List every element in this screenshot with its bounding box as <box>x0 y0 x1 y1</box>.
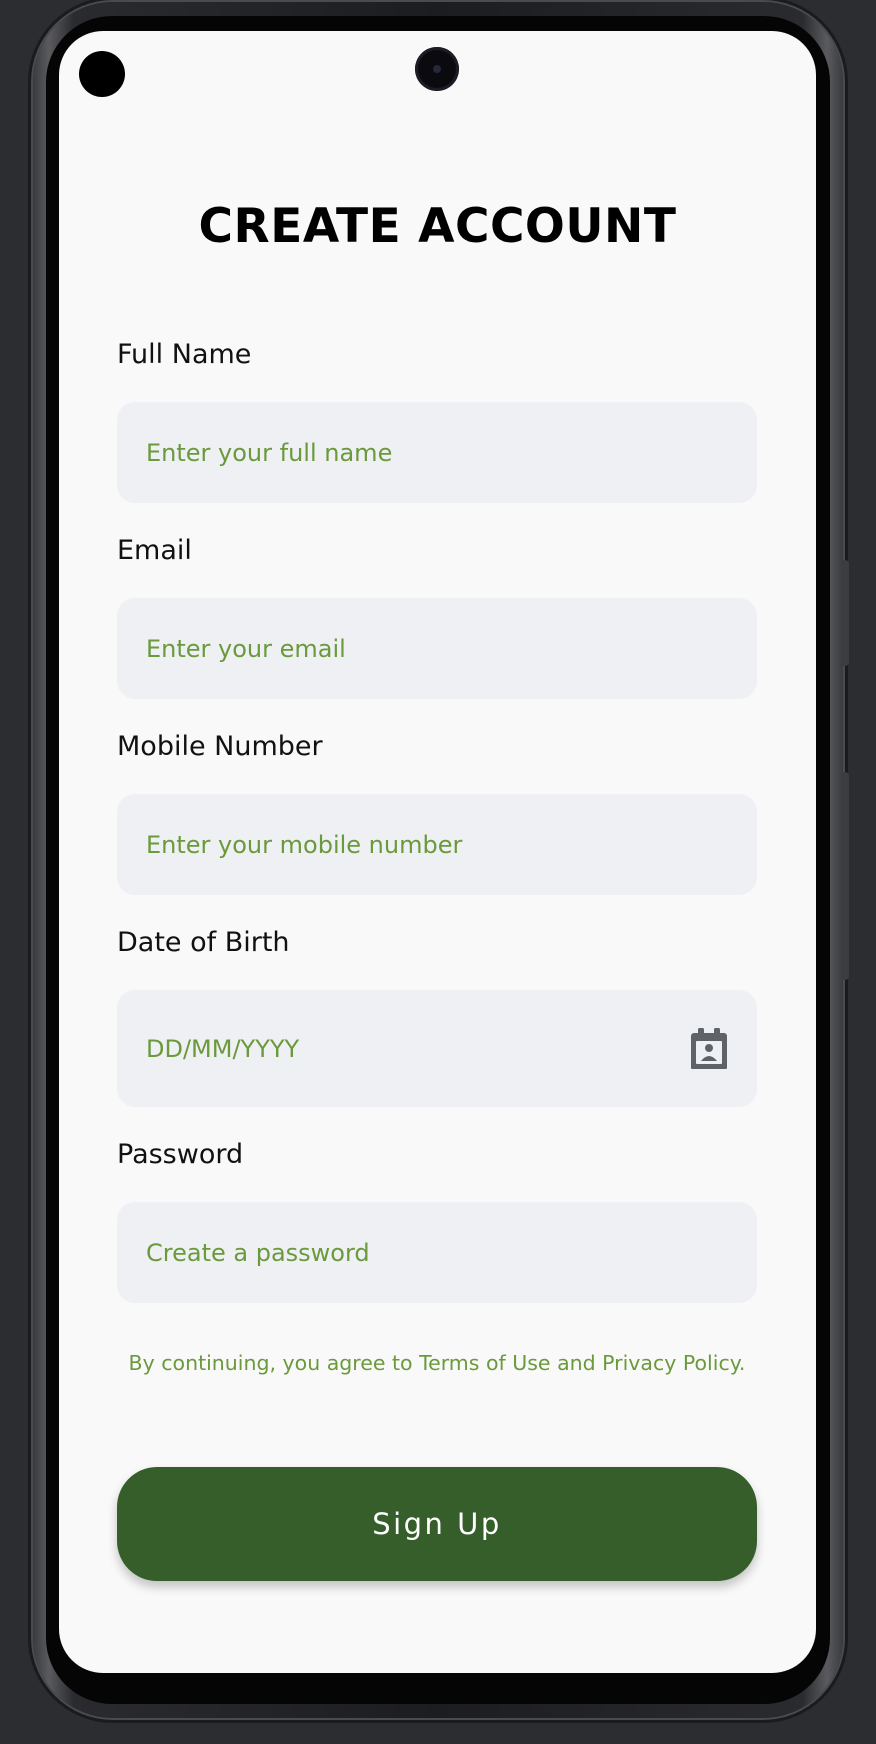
power-button <box>841 772 849 980</box>
terms-text: By continuing, you agree to Terms of Use… <box>128 1351 746 1375</box>
full-name-input[interactable] <box>146 438 729 467</box>
page-title: CREATE ACCOUNT <box>198 199 677 254</box>
front-camera <box>415 47 459 91</box>
full-name-label: Full Name <box>117 339 252 370</box>
mobile-label: Mobile Number <box>117 731 323 762</box>
mobile-field[interactable] <box>117 794 757 895</box>
email-input[interactable] <box>146 634 729 663</box>
emulator-backdrop: CREATE ACCOUNT Full Name Email Mobile Nu… <box>0 0 876 1744</box>
dob-input[interactable] <box>146 1034 689 1063</box>
calendar-icon[interactable] <box>689 1027 729 1071</box>
password-label: Password <box>117 1139 244 1170</box>
dob-label: Date of Birth <box>117 927 290 958</box>
touch-indicator <box>79 51 125 97</box>
mobile-input[interactable] <box>146 830 729 859</box>
full-name-field[interactable] <box>117 402 757 503</box>
password-input[interactable] <box>146 1238 729 1267</box>
password-field[interactable] <box>117 1202 757 1303</box>
sign-up-button[interactable]: Sign Up <box>117 1467 757 1581</box>
dob-field[interactable] <box>117 990 757 1107</box>
email-field[interactable] <box>117 598 757 699</box>
volume-button <box>841 560 849 666</box>
app-screen: CREATE ACCOUNT Full Name Email Mobile Nu… <box>59 31 816 1673</box>
email-label: Email <box>117 535 192 566</box>
